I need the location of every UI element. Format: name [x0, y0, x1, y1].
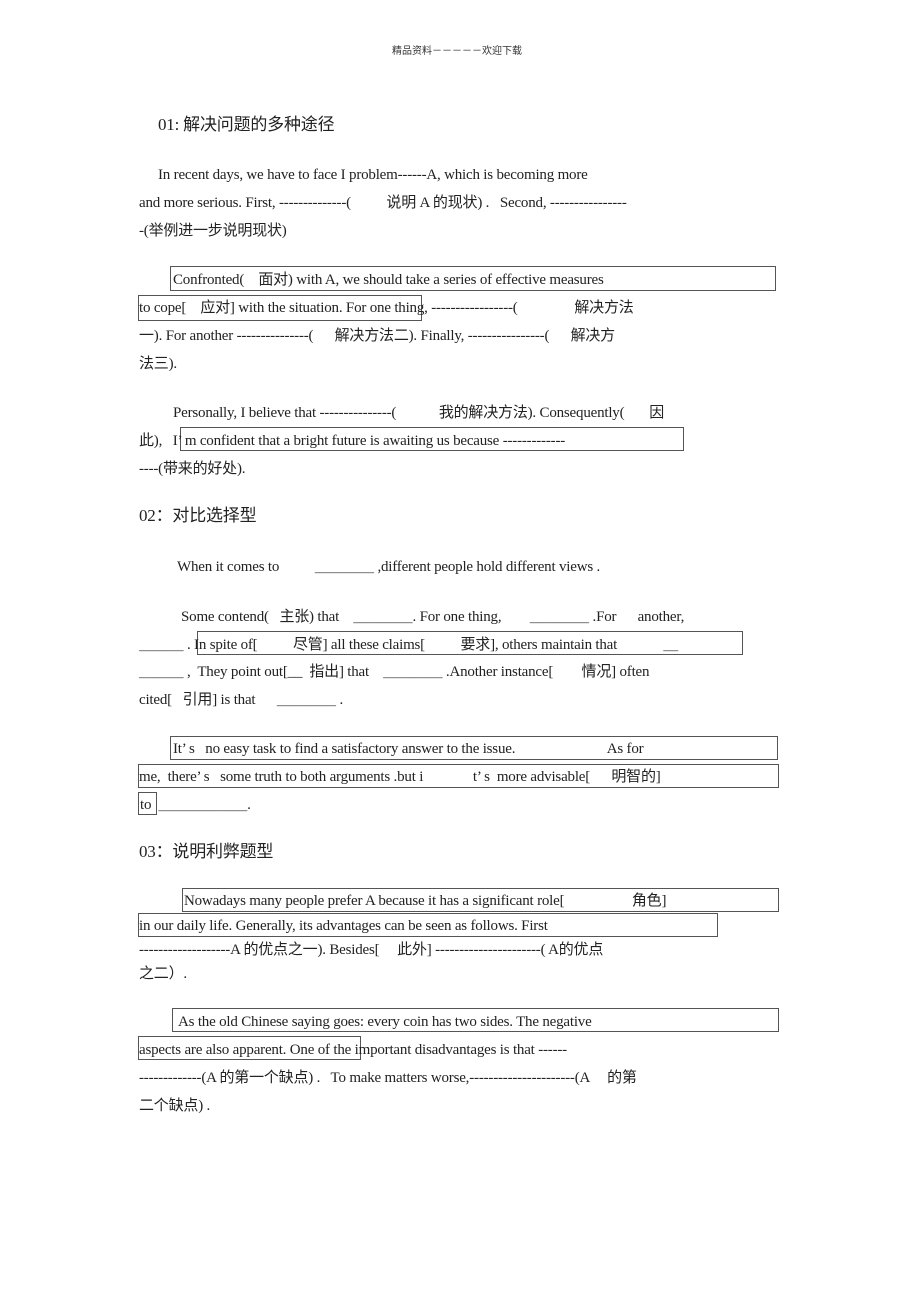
paragraph-line: It’ s no easy task to find a satisfactor…	[173, 741, 644, 757]
paragraph-line: -(举例进一步说明现状)	[139, 223, 287, 239]
paragraph-line: Personally, I believe that -------------…	[173, 405, 665, 421]
paragraph-line: 之二）.	[139, 966, 187, 982]
paragraph-line: cited[ 引用] is that ＿＿＿＿ .	[139, 692, 343, 708]
section-title-01: 01: 解决问题的多种途径	[158, 115, 335, 134]
paragraph-line: Nowadays many people prefer A because it…	[184, 893, 667, 909]
paragraph-line: 此), I’ m confident that a bright future …	[139, 433, 566, 449]
page-header: 精品资料－－－－－欢迎下载	[392, 46, 522, 57]
paragraph-line: As the old Chinese saying goes: every co…	[178, 1014, 592, 1030]
paragraph-line: Some contend( 主张) that ＿＿＿＿. For one thi…	[181, 609, 685, 625]
paragraph-line: -------------------A 的优点之一). Besides[ 此外…	[139, 942, 604, 958]
paragraph-line: ----(带来的好处).	[139, 461, 246, 477]
paragraph-line: in our daily life. Generally, its advant…	[139, 918, 548, 934]
paragraph-line: -------------(A 的第一个缺点) . To make matter…	[139, 1070, 637, 1086]
paragraph-line: to cope[ 应对] with the situation. For one…	[139, 300, 634, 316]
section-title-02: 02：对比选择型	[139, 506, 257, 525]
section-title-03: 03：说明利弊题型	[139, 842, 274, 861]
paragraph-line: 一). For another ---------------( 解决方法二).…	[139, 328, 615, 344]
paragraph-line: Confronted( 面对) with A, we should take a…	[173, 272, 604, 288]
paragraph-line: me, there’ s some truth to both argument…	[139, 769, 661, 785]
paragraph-line: ＿＿＿ , They point out[__ 指出] that ＿＿＿＿ .A…	[139, 664, 650, 680]
paragraph-line: to ＿＿＿＿＿＿.	[140, 797, 251, 813]
paragraph-line: When it comes to ＿＿＿＿ ,different people …	[177, 559, 601, 575]
paragraph-line: In recent days, we have to face I proble…	[158, 167, 588, 183]
paragraph-line: aspects are also apparent. One of the im…	[139, 1042, 567, 1058]
paragraph-line: 法三).	[139, 356, 177, 372]
paragraph-line: 二个缺点) .	[139, 1098, 211, 1114]
paragraph-line: and more serious. First, --------------(…	[139, 195, 627, 211]
paragraph-line: ＿＿＿ . In spite of[ 尽管] all these claims[…	[139, 637, 679, 653]
